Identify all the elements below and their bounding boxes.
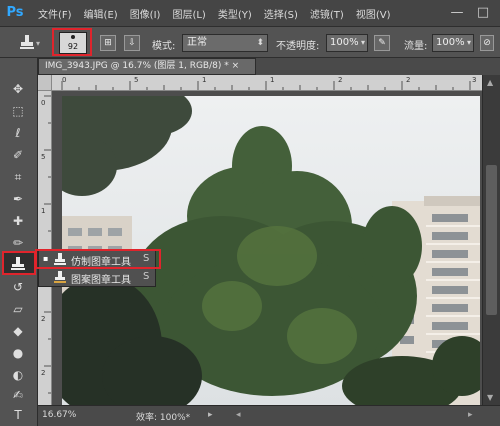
menu-select[interactable]: 选择(S)	[264, 6, 298, 21]
chevron-down-icon: ▾	[360, 38, 365, 47]
menu-image[interactable]: 图像(I)	[130, 6, 161, 21]
menu-edit[interactable]: 编辑(E)	[84, 6, 118, 21]
brush-preset-picker[interactable]: 92	[52, 28, 92, 56]
pen-icon[interactable]: ✍	[8, 386, 28, 404]
history-brush-icon[interactable]: ↺	[8, 278, 28, 296]
paint-bucket-icon[interactable]: ◆	[8, 322, 28, 340]
tools-panel: ✥ ⬚ ℓ ✐ ⌗ ✒ ✚ ✏ ↺ ▱ ◆ ● ◐ ✍ T	[0, 58, 38, 426]
vertical-ruler[interactable]: 0 5 1 1 2 2	[38, 91, 52, 405]
lasso-icon[interactable]: ℓ	[8, 124, 28, 142]
mode-select[interactable]: 正常 ⬍	[182, 34, 268, 52]
minimize-button[interactable]: —	[446, 0, 468, 26]
opacity-input[interactable]: 100% ▾	[326, 34, 368, 52]
ruler-origin[interactable]	[38, 75, 52, 91]
brush-icon[interactable]: ✏	[8, 234, 28, 252]
mode-select-value: 正常	[187, 37, 207, 48]
document-tab[interactable]: IMG_3943.JPG @ 16.7% (图层 1, RGB/8) * ×	[38, 58, 256, 75]
ruler-ticks	[44, 95, 51, 394]
scroll-down-icon[interactable]: ▼	[487, 393, 493, 402]
flyout-shortcut: S	[143, 271, 150, 282]
flow-label: 流量:	[404, 41, 428, 52]
mode-label: 模式:	[152, 41, 176, 52]
maximize-button[interactable]: □	[472, 0, 494, 26]
eyedropper-icon[interactable]: ✒	[8, 190, 28, 208]
clone-stamp-icon	[54, 253, 66, 265]
brush-preview: 92	[59, 32, 87, 54]
menu-filter[interactable]: 滤镜(T)	[310, 6, 344, 21]
status-menu-arrow-icon[interactable]: ▸	[208, 410, 213, 420]
pressure-opacity-icon[interactable]: ✎	[374, 35, 390, 51]
clone-stamp-tool-preset-icon[interactable]	[18, 33, 36, 51]
type-icon[interactable]: T	[8, 406, 28, 424]
menu-file[interactable]: 文件(F)	[38, 6, 72, 21]
zoom-level[interactable]: 16.67%	[42, 410, 76, 420]
options-bar: ▾ 92 ⊞ ⇩ 模式: 正常 ⬍ 不透明度: 100% ▾ ✎ 流量: 100…	[0, 26, 500, 58]
crop-icon[interactable]: ⌗	[8, 168, 28, 186]
airbrush-icon[interactable]: ⊘	[480, 35, 494, 51]
menu-view[interactable]: 视图(V)	[356, 6, 391, 21]
clone-source-panel-icon[interactable]: ⇩	[124, 35, 140, 51]
dodge-icon[interactable]: ◐	[8, 366, 28, 384]
brush-size-value: 92	[67, 42, 79, 51]
brush-panel-toggle-icon[interactable]: ⊞	[100, 35, 116, 51]
flow-value: 100%	[436, 37, 465, 48]
ruler-ticks	[61, 81, 471, 90]
status-bar: 16.67% 效率: 100%* ▸ ◂ ▸	[38, 405, 500, 426]
photoshop-logo: Ps	[6, 5, 24, 20]
flyout-item-label: 图案图章工具	[71, 275, 131, 286]
chevron-down-icon: ▾	[466, 38, 471, 47]
flyout-item-clone-stamp[interactable]: ▪ 仿制图章工具 S	[35, 249, 161, 269]
flyout-shortcut: S	[143, 253, 150, 264]
opacity-value: 100%	[330, 37, 359, 48]
brush-tip-icon	[71, 35, 75, 39]
flyout-item-label: 仿制图章工具	[71, 257, 131, 268]
clone-stamp-icon[interactable]	[8, 255, 28, 273]
scroll-up-icon[interactable]: ▲	[487, 78, 493, 87]
menu-layer[interactable]: 图层(L)	[172, 6, 205, 21]
document-canvas[interactable]	[52, 91, 482, 405]
flyout-item-pattern-stamp[interactable]: 图案图章工具 S	[39, 269, 155, 286]
scrollbar-thumb[interactable]	[486, 165, 497, 315]
flow-input[interactable]: 100% ▾	[432, 34, 474, 52]
chevron-down-icon: ⬍	[256, 38, 264, 48]
efficiency-readout: 效率: 100%*	[136, 413, 191, 423]
scroll-left-icon[interactable]: ◂	[236, 410, 241, 420]
vertical-scrollbar[interactable]: ▲ ▼	[482, 75, 500, 405]
menu-type[interactable]: 类型(Y)	[218, 6, 252, 21]
horizontal-ruler[interactable]: 0 5 1 1 2 2 3	[52, 75, 482, 91]
menu-bar: Ps 文件(F) 编辑(E) 图像(I) 图层(L) 类型(Y) 选择(S) 滤…	[0, 0, 500, 26]
stamp-tool-flyout: ▪ 仿制图章工具 S 图案图章工具 S	[35, 249, 161, 287]
eraser-icon[interactable]: ▱	[8, 300, 28, 318]
tool-preset-caret-icon[interactable]: ▾	[36, 39, 40, 48]
quick-selection-icon[interactable]: ✐	[8, 146, 28, 164]
scroll-right-icon[interactable]: ▸	[468, 410, 473, 420]
opacity-label: 不透明度:	[276, 41, 320, 52]
blur-icon[interactable]: ●	[8, 344, 28, 362]
active-bullet-icon: ▪	[43, 254, 49, 263]
healing-brush-icon[interactable]: ✚	[8, 212, 28, 230]
pattern-stamp-icon	[54, 271, 66, 283]
move-icon[interactable]: ✥	[8, 80, 28, 98]
marquee-icon[interactable]: ⬚	[8, 102, 28, 120]
